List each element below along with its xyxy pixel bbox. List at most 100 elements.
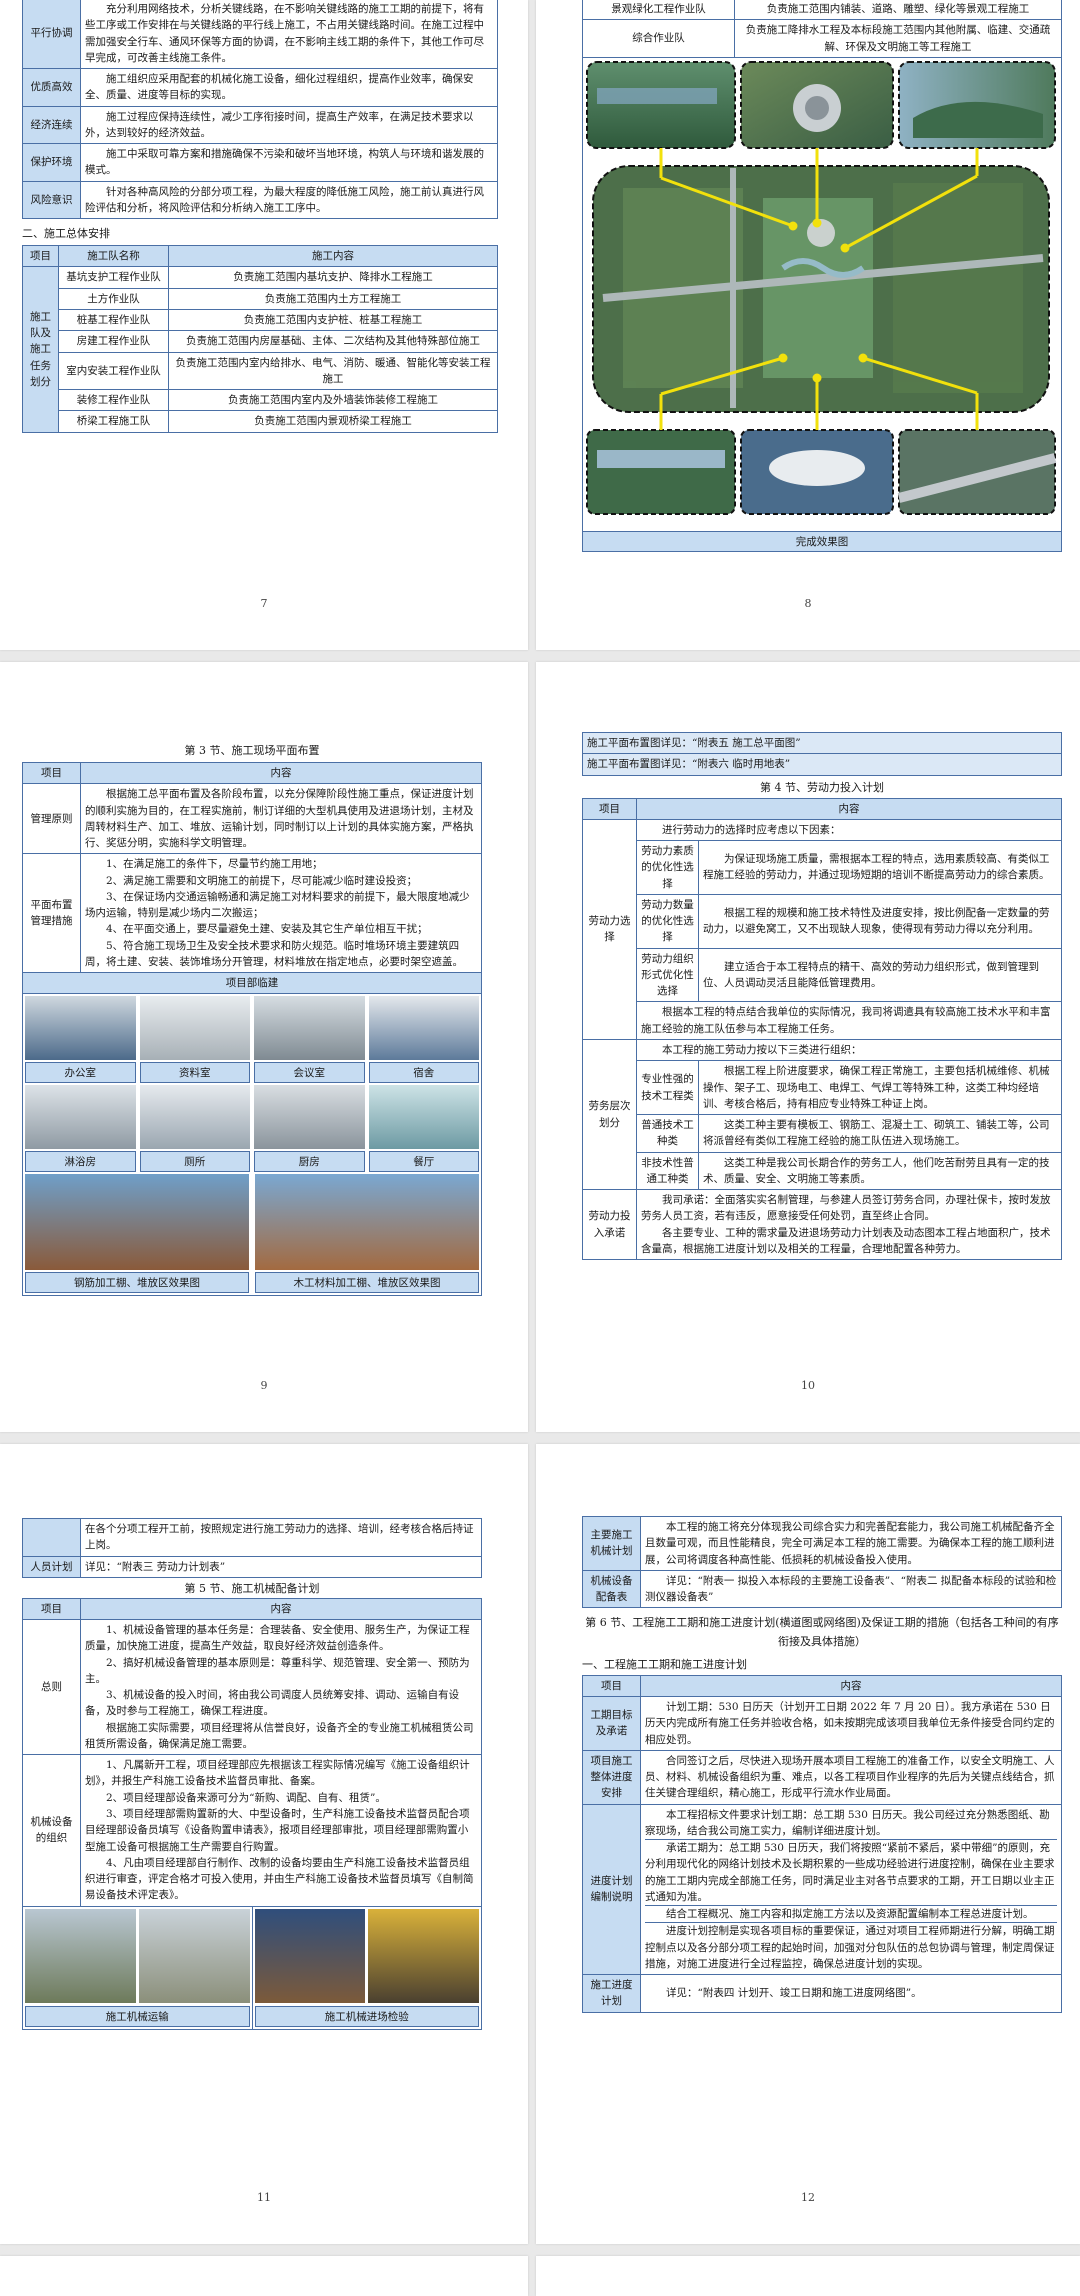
- team-content: 负责施工范围内基坑支护、降排水工程施工: [168, 266, 498, 289]
- row-text: 进行劳动力的选择时应考虑以下因素：: [636, 818, 1062, 842]
- row-text: 详见：“附表三 劳动力计划表”: [80, 1555, 482, 1578]
- page-8: 景观绿化工程作业队 负责施工范围内铺装、道路、雕塑、绿化等景观工程施工 综合作业队负…: [536, 0, 1080, 650]
- team-row: 施工队及施工任务划分 基坑支护工程作业队 负责施工范围内基坑支护、降排水工程施工: [22, 266, 498, 433]
- team-row: 桥梁工程施工队 负责施工范围内景观桥梁工程施工: [23, 410, 498, 433]
- item-value: 根据工程上阶进度要求，确保工程正常施工，主要包括机械维修、机械操作、架子工、现场…: [698, 1060, 1062, 1116]
- row-label: 总则: [22, 1619, 81, 1756]
- row-label: 平行协调: [22, 0, 81, 70]
- team-table: 项目 施工队名称 施工内容 施工队及施工任务划分 基坑支护工程作业队 负责施工范围内…: [22, 245, 498, 433]
- team-content: 负责施工范围内房屋基础、主体、二次结构及其他特殊部位施工: [168, 330, 498, 353]
- page-9: 第 3 节、施工现场平面布置 项目 内容 管理原则 根据施工总平面布置及各阶段布…: [0, 662, 528, 1432]
- plan-paragraph: 结合工程概况、施工内容和拟定施工方法以及资源配置编制本工程总进度计划。: [645, 1905, 1057, 1922]
- labor-row: 劳务层次划分 本工程的施工劳动力按以下三类进行组织：: [582, 1038, 1062, 1191]
- item-key: 普通技术工种类: [636, 1114, 699, 1153]
- machine-plan-table: 主要施工机械计划 本工程的施工将充分体现我公司综合实力和完善配套能力，我公司施工机…: [582, 1516, 1062, 1609]
- section-title: 第 5 节、施工机械配备计划: [184, 1581, 320, 1595]
- camp-photos: 办公室 资料室 会议室 宿舍 淋浴房 厕所 厨房 餐厅 钢筋加工棚、堆放区效果图 木工材料加工…: [22, 994, 482, 1297]
- team-row: 室内安装工程作业队 负责施工范围内室内给排水、电气、消防、暖通、智能化等安装工程施…: [23, 351, 498, 391]
- schedule-row: 施工进度计划 详见：“附表四 计划开、竣工日期和施工进度网络图”。: [582, 1974, 1062, 2013]
- photo-caption: 宿舍: [368, 1062, 479, 1084]
- team-row: 装修工程作业队 负责施工范围内室内及外墙装饰装修工程施工: [23, 389, 498, 412]
- principle-row: 经济连续 施工过程应保持连续性，减少工序衔接时间，提高生产效率，在满足技术要求以外…: [22, 105, 498, 145]
- labor-row: 非技术性普通工种类 这类工种是我公司长期合作的劳务工人，他们吃苦耐劳且具有一定的技…: [583, 1151, 1062, 1191]
- section-title: 第 6 节、工程施工工期和施工进度计划(横道图或网络图)及保证工期的措施（包括各…: [585, 1616, 1059, 1649]
- item-value: 建立适合于本工程特点的精干、高效的劳动力组织形式，做到管理到位、人员调动灵活且能…: [698, 947, 1062, 1003]
- team-name: 室内安装工程作业队: [58, 351, 169, 391]
- camp-photo-cell: 办公室: [25, 996, 136, 1084]
- camp-photo: [25, 996, 136, 1061]
- row-text: 在各个分项工程开工前，按照规定进行施工劳动力的选择、培训，经考核合格后持证上岗。: [80, 1518, 482, 1557]
- camp-photo: [254, 996, 365, 1061]
- completion-rendering: [582, 57, 1062, 532]
- row-text: 计划工期：530 日历天（计划开工日期 2022 年 7 月 20 日）。我方承…: [640, 1695, 1062, 1751]
- team-content: 负责施工降排水工程及本标段施工范围内其他附属、临建、交通疏解、环保及文明施工等工…: [734, 19, 1062, 58]
- row-label: 进度计划编制说明: [582, 1803, 641, 1976]
- plan-row: 主要施工机械计划 本工程的施工将充分体现我公司综合实力和完善配套能力，我公司施工机…: [582, 1516, 1062, 1571]
- row-text: 本工程招标文件要求计划工期：总工期 530 日历天。我公司经过充分熟悉图纸、勘察…: [640, 1803, 1062, 1976]
- row-text: 详见：“附表四 计划开、竣工日期和施工进度网络图”。: [640, 1974, 1062, 2013]
- camp-photo-cell: 厨房: [254, 1085, 365, 1173]
- camp-photo-cell: 会议室: [254, 996, 365, 1084]
- machine-photos: 施工机械运输 施工机械进场检验: [22, 1906, 482, 2030]
- plan-ref-table: 施工平面布置图详见：“附表五 施工总平面图” 施工平面布置图详见：“附表六 临时…: [582, 731, 1062, 776]
- col-header: 项目: [582, 1674, 641, 1697]
- schedule-row: 工期目标及承诺 计划工期：530 日历天（计划开工日期 2022 年 7 月 20…: [582, 1695, 1062, 1751]
- camp-photo-cell: 资料室: [139, 996, 250, 1084]
- measure-item: 5、符合施工现场卫生及安全技术要求和防火规范。临时堆场环境主要建筑四周，将土建、…: [85, 939, 463, 968]
- plan-row: 机械设备配备表 详见：“附表一 拟投入本标段的主要施工设备表”、“附表二 拟配备本…: [582, 1569, 1062, 1609]
- page-14-edge: [536, 2256, 1080, 2296]
- camp-photo-cell: 厕所: [139, 1085, 250, 1173]
- page-7: 平行协调 充分利用网络技术，分析关键线路，在不影响关键线路的施工工期的前提下，将有…: [0, 0, 528, 650]
- camp-photo: [368, 1085, 479, 1150]
- principle-row: 优质高效 施工组织应采用配套的机械化施工设备，细化过程组织，提高作业效率，确保安全…: [22, 68, 498, 107]
- camp-photo-cell: 淋浴房: [25, 1085, 136, 1173]
- team-row: 桩基工程作业队 负责施工范围内支护桩、桩基工程施工: [23, 308, 498, 332]
- plan-paragraph: 承诺工期为：总工期 530 日历天，我们将按照“紧前不紧后，紧中带细”的原则，充…: [645, 1839, 1057, 1905]
- thumb-photo: [898, 428, 1056, 515]
- page-number: 12: [801, 2191, 815, 2204]
- team-name: 景观绿化工程作业队: [582, 0, 735, 21]
- measure-item: 2、满足施工需要和文明施工的前提下，尽可能减少临时建设投资；: [106, 874, 418, 887]
- general-item: 2、搞好机械设备管理的基本原则是：尊重科学、规范管理、安全第一、预防为主。: [85, 1656, 470, 1685]
- col-header: 施工内容: [168, 245, 498, 268]
- camp-photo-cell: 宿舍: [368, 996, 479, 1084]
- photo-caption: 淋浴房: [25, 1151, 136, 1173]
- row-label: 保护环境: [22, 143, 81, 182]
- col-header: 项目: [22, 245, 59, 268]
- page-12: 主要施工机械计划 本工程的施工将充分体现我公司综合实力和完善配套能力，我公司施工机…: [536, 1444, 1080, 2244]
- machine-photo: [368, 1908, 479, 2003]
- team-name: 土方作业队: [58, 287, 169, 310]
- team-name: 桩基工程作业队: [58, 308, 169, 332]
- machine-photo: [138, 1908, 250, 2003]
- general-item: 根据施工实际需要，项目经理将从信誉良好，设备齐全的专业施工机械租赁公司租赁所需设…: [85, 1721, 474, 1750]
- photo-caption: 资料室: [139, 1062, 250, 1084]
- col-header: 项目: [22, 761, 81, 785]
- labor-row: 劳动力素质的优化性选择 为保证现场施工质量，需根据本工程的特点，选用素质较高、有类…: [583, 840, 1062, 895]
- org-item: 2、项目经理部设备来源可分为“新购、调配、自有、租赁”。: [106, 1791, 386, 1804]
- page-number: 7: [260, 597, 268, 610]
- measure-item: 3、在保证场内交通运输畅通和满足施工对材料要求的前提下，最大限度地减少场内运输，…: [85, 890, 470, 920]
- photo-caption: 办公室: [25, 1062, 136, 1084]
- row-label: 平面布置管理措施: [22, 853, 81, 974]
- camp-photo: [25, 1174, 249, 1271]
- staff-table: 在各个分项工程开工前，按照规定进行施工劳动力的选择、培训，经考核合格后持证上岗。…: [22, 1518, 482, 1578]
- section-title: 第 3 节、施工现场平面布置: [184, 744, 320, 757]
- principle-row: 风险意识 针对各种高风险的分部分项工程，为最大程度的降低施工风险，施工前认真进行风…: [22, 180, 498, 220]
- team-row: 综合作业队 负责施工降排水工程及本标段施工范围内其他附属、临建、交通疏解、环保及文…: [582, 19, 1062, 58]
- row-text: 施工过程应保持连续性，减少工序衔接时间，提高生产效率，在满足技术要求以外，达到较…: [80, 105, 498, 145]
- thumb-photo: [586, 60, 736, 149]
- labor-row: 根据本工程的特点结合我单位的实际情况，我司将调遣具有较高施工技术水平和丰富施工经…: [583, 1001, 1062, 1040]
- row-label: 主要施工机械计划: [582, 1516, 641, 1571]
- plan-paragraph: 本工程招标文件要求计划工期：总工期 530 日历天。我公司经过充分熟悉图纸、勘察…: [645, 1808, 1050, 1837]
- org-item: 1、凡属新开工程，项目经理部应先根据该工程实际情况编写《施工设备组织计划》，并报…: [85, 1759, 470, 1788]
- row-text: 我司承诺：全面落实实名制管理，与参建人员签订劳务合同，办理社保卡，按时发放劳务人…: [636, 1189, 1062, 1261]
- row-label: 施工进度计划: [582, 1974, 641, 2013]
- row-label: 项目施工整体进度安排: [582, 1749, 641, 1805]
- team-content: 负责施工范围内支护桩、桩基工程施工: [168, 308, 498, 332]
- item-key: 劳动力组织形式优化性选择: [636, 947, 699, 1003]
- page-13-edge: [0, 2256, 528, 2296]
- team-content: 负责施工范围内室内及外墙装饰装修工程施工: [168, 389, 498, 412]
- col-header: 内容: [80, 761, 482, 785]
- measure-item: 4、在平面交通上，要尽量避免土建、安装及其它生产单位相互干扰；: [106, 923, 428, 936]
- row-text: 充分利用网络技术，分析关键线路，在不影响关键线路的施工工期的前提下，将有些工序或…: [80, 0, 498, 70]
